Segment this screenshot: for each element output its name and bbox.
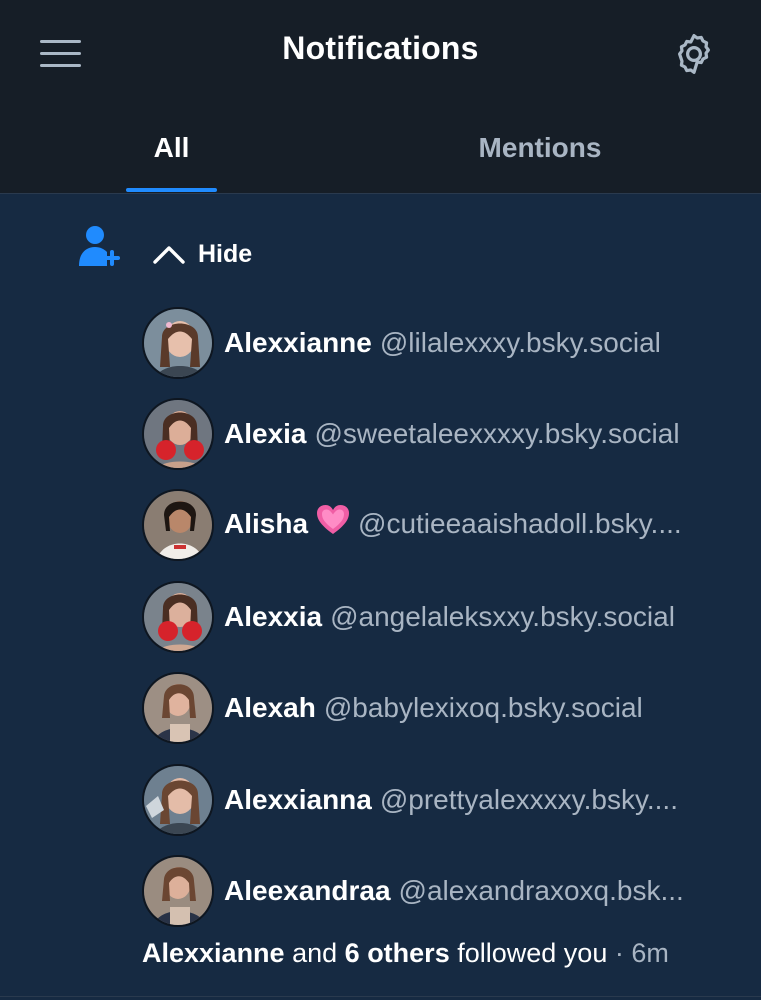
follower-row[interactable]: Alexxianne @lilalexxxy.bsky.social <box>142 307 742 379</box>
follower-handle: @prettyalexxxxy.bsky.... <box>379 784 678 815</box>
follower-handle: @alexandraxoxq.bsk... <box>398 875 684 906</box>
follower-handle: @cutieeaaishadoll.bsky.... <box>358 507 682 539</box>
gear-icon[interactable] <box>670 30 718 78</box>
follower-name: Alisha <box>224 507 309 539</box>
follower-text: Alexia @sweetaleexxxxy.bsky.social <box>224 398 680 470</box>
follower-name: Alexah <box>224 692 316 723</box>
follower-text: Aleexandraa @alexandraxoxq.bsk... <box>224 855 684 927</box>
follower-row[interactable]: Alexxia @angelaleksxxy.bsky.social <box>142 581 742 653</box>
follower-name: Alexxianne <box>224 327 372 358</box>
follower-handle: @babylexixoq.bsky.social <box>323 692 643 723</box>
hide-toggle-button[interactable]: Hide <box>152 234 252 274</box>
follower-handle: @angelaleksxxy.bsky.social <box>330 601 675 632</box>
avatar[interactable] <box>142 398 214 470</box>
hide-label: Hide <box>198 239 253 268</box>
tab-mentions-label: Mentions <box>478 132 602 163</box>
follower-row[interactable]: Alisha @cutieeaaishadoll.bsky.... <box>142 489 742 561</box>
chevron-up-icon <box>153 246 185 264</box>
follower-text: Alexxianne @lilalexxxy.bsky.social <box>224 307 661 379</box>
tab-all[interactable]: All <box>126 126 217 194</box>
follower-text: Alexah @babylexixoq.bsky.social <box>224 672 643 744</box>
avatar[interactable] <box>142 581 214 653</box>
follower-row[interactable]: Alexah @babylexixoq.bsky.social <box>142 672 742 744</box>
page-title: Notifications <box>282 30 479 66</box>
follower-name: Alexxianna <box>224 784 372 815</box>
follower-name: Aleexandraa <box>224 875 391 906</box>
tab-all-label: All <box>153 132 190 163</box>
summary-others[interactable]: 6 others <box>345 938 450 968</box>
follower-text: Alisha @cutieeaaishadoll.bsky.... <box>224 488 682 563</box>
follower-name: Alexxia <box>224 601 323 632</box>
follower-row[interactable]: Alexia @sweetaleexxxxy.bsky.social <box>142 398 742 470</box>
follower-handle: @lilalexxxy.bsky.social <box>379 327 661 358</box>
follower-text: Alexxianna @prettyalexxxxy.bsky.... <box>224 764 678 836</box>
summary-first-name[interactable]: Alexxianne <box>142 938 285 968</box>
summary-and: and <box>292 938 338 968</box>
notification-summary: Alexxianne and 6 others followed you · 6… <box>142 938 669 969</box>
avatar[interactable] <box>142 855 214 927</box>
tab-mentions[interactable]: Mentions <box>440 126 640 194</box>
pink-heart-icon <box>316 491 350 563</box>
summary-time: 6m <box>631 938 669 968</box>
avatar[interactable] <box>142 764 214 836</box>
summary-separator: · <box>614 938 624 968</box>
avatar[interactable] <box>142 307 214 379</box>
follower-row[interactable]: Alexxianna @prettyalexxxxy.bsky.... <box>142 764 742 836</box>
avatar[interactable] <box>142 489 214 561</box>
follower-name: Alexia <box>224 418 307 449</box>
top-header: Notifications All Mentions <box>0 0 761 194</box>
follower-text: Alexxia @angelaleksxxy.bsky.social <box>224 581 675 653</box>
divider <box>0 996 761 997</box>
follower-handle: @sweetaleexxxxy.bsky.social <box>314 418 680 449</box>
active-tab-indicator <box>126 188 217 192</box>
follower-row[interactable]: Aleexandraa @alexandraxoxq.bsk... <box>142 855 742 927</box>
person-add-icon <box>76 222 124 270</box>
avatar[interactable] <box>142 672 214 744</box>
summary-action: followed you <box>457 938 608 968</box>
